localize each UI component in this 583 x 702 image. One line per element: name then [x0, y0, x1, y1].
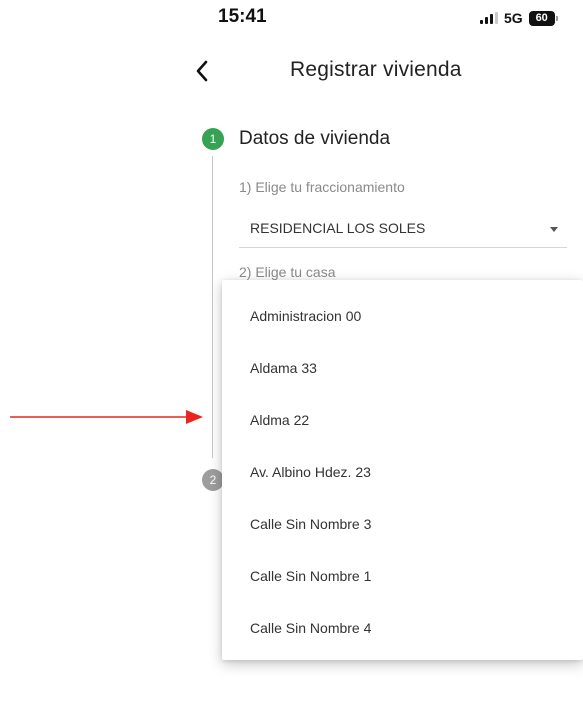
- dropdown-option[interactable]: Calle Sin Nombre 3: [222, 498, 583, 550]
- network-type: 5G: [504, 10, 523, 26]
- step-1-badge: 1: [202, 128, 224, 150]
- step-connector: [212, 156, 213, 458]
- subdivision-select[interactable]: RESIDENCIAL LOS SOLES: [239, 215, 567, 248]
- dropdown-option-label: Calle Sin Nombre 1: [250, 568, 372, 584]
- dropdown-option-label: Aldma 22: [250, 412, 310, 428]
- dropdown-option-label: Administracion 00: [250, 308, 362, 324]
- dropdown-option-label: Calle Sin Nombre 3: [250, 516, 372, 532]
- register-home-screen: 15:41 5G 60 Registrar vivienda 1 Datos d…: [0, 0, 583, 702]
- status-time: 15:41: [218, 6, 267, 27]
- annotation-arrow-icon: [10, 410, 203, 424]
- battery-level: 60: [535, 11, 548, 24]
- caret-down-icon: [550, 227, 558, 232]
- house-label: 2) Elige tu casa: [239, 264, 336, 280]
- step-1-title: Datos de vivienda: [239, 128, 391, 149]
- page-title: Registrar vivienda: [290, 58, 462, 81]
- step-2-badge: 2: [202, 469, 224, 491]
- back-button[interactable]: [190, 58, 214, 84]
- battery-icon: 60: [528, 10, 558, 26]
- dropdown-option-label: Aldama 33: [250, 360, 317, 376]
- dropdown-option-label: Av. Albino Hdez. 23: [250, 464, 371, 480]
- chevron-left-icon: [196, 60, 208, 82]
- dropdown-option[interactable]: Administracion 00: [222, 290, 583, 342]
- dropdown-option[interactable]: Aldama 33: [222, 342, 583, 394]
- subdivision-label: 1) Elige tu fraccionamiento: [239, 179, 405, 195]
- signal-icon: [480, 12, 498, 24]
- dropdown-option[interactable]: Av. Albino Hdez. 23: [222, 446, 583, 498]
- dropdown-option-label: Calle Sin Nombre 4: [250, 620, 372, 636]
- dropdown-option[interactable]: Calle Sin Nombre 1: [222, 550, 583, 602]
- dropdown-option[interactable]: Aldma 22: [222, 394, 583, 446]
- dropdown-option[interactable]: Calle Sin Nombre 4: [222, 602, 583, 654]
- house-dropdown-menu: Administracion 00 Aldama 33 Aldma 22 Av.…: [222, 280, 583, 660]
- status-indicators: 5G 60: [480, 9, 558, 27]
- subdivision-select-value: RESIDENCIAL LOS SOLES: [250, 220, 426, 236]
